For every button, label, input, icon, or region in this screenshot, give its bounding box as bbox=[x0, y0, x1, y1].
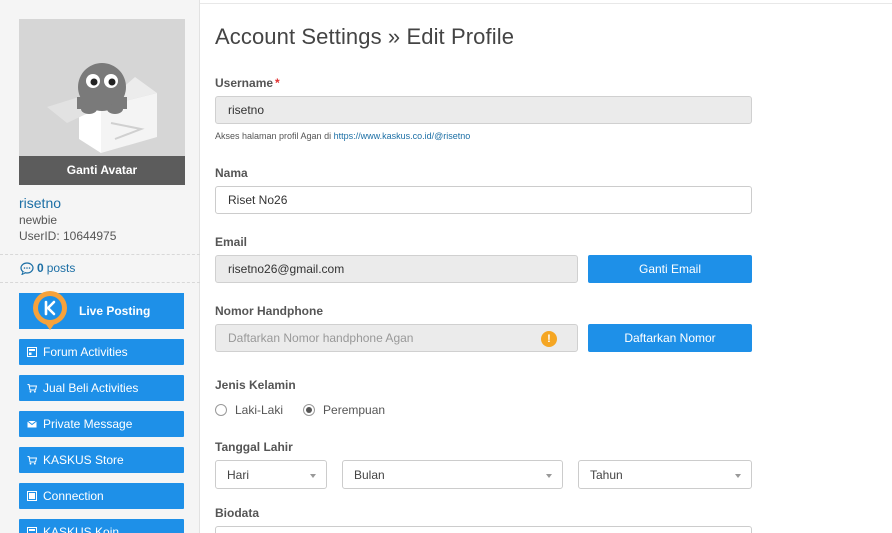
profile-url-hint-text: Akses halaman profil Agan di bbox=[215, 131, 334, 141]
day-select-value: Hari bbox=[227, 467, 250, 482]
month-select-value: Bulan bbox=[354, 467, 385, 482]
avatar[interactable]: Ganti Avatar bbox=[19, 19, 185, 185]
username-label-text: Username bbox=[215, 76, 274, 90]
comment-icon bbox=[20, 261, 34, 275]
divider bbox=[0, 282, 200, 283]
coin-icon bbox=[27, 527, 37, 533]
chevron-down-icon bbox=[735, 474, 741, 478]
page: Ganti Avatar risetno newbie UserID: 1064… bbox=[0, 0, 892, 533]
month-select[interactable]: Bulan bbox=[342, 460, 563, 489]
nama-label: Nama bbox=[215, 166, 248, 180]
gender-radio-group: Laki-Laki Perempuan bbox=[215, 403, 385, 417]
sidebar-item-kaskus-koin[interactable]: KASKUS Koin bbox=[19, 519, 184, 533]
profile-url-link[interactable]: https://www.kaskus.co.id/@risetno bbox=[334, 131, 471, 141]
forum-icon bbox=[27, 347, 37, 357]
nama-field[interactable]: Riset No26 bbox=[215, 186, 752, 214]
profile-url-hint: Akses halaman profil Agan di https://www… bbox=[215, 131, 470, 141]
user-rank: newbie bbox=[19, 213, 58, 227]
page-title: Account Settings » Edit Profile bbox=[215, 24, 515, 49]
phone-field[interactable]: Daftarkan Nomor handphone Agan ! bbox=[215, 324, 578, 352]
cart-icon bbox=[27, 384, 37, 393]
user-id: UserID: 10644975 bbox=[19, 229, 117, 243]
sidebar-item-label: KASKUS Store bbox=[43, 453, 124, 467]
username-label: Username * bbox=[215, 76, 280, 90]
sidebar-item-label: KASKUS Koin bbox=[43, 525, 120, 533]
sidebar-item-label: Forum Activities bbox=[43, 345, 128, 359]
sidebar-item-private-message[interactable]: Private Message bbox=[19, 411, 184, 437]
biodata-label: Biodata bbox=[215, 506, 260, 520]
gender-label: Jenis Kelamin bbox=[215, 378, 296, 392]
username-field[interactable]: risetno bbox=[215, 96, 752, 124]
sidebar-item-kaskus-store[interactable]: KASKUS Store bbox=[19, 447, 184, 473]
posts-label: posts bbox=[46, 261, 76, 275]
phone-placeholder: Daftarkan Nomor handphone Agan bbox=[228, 331, 414, 345]
year-select-value: Tahun bbox=[590, 467, 623, 482]
biodata-textarea[interactable] bbox=[215, 526, 752, 533]
main-content: Account Settings » Edit Profile Username… bbox=[200, 0, 892, 533]
radio-female-label: Perempuan bbox=[323, 403, 386, 417]
email-label: Email bbox=[215, 235, 248, 249]
posts-link[interactable]: 0 posts bbox=[20, 261, 75, 275]
year-select[interactable]: Tahun bbox=[578, 460, 752, 489]
register-phone-button[interactable]: Daftarkan Nomor bbox=[588, 324, 752, 352]
required-mark: * bbox=[275, 76, 280, 90]
day-select[interactable]: Hari bbox=[215, 460, 327, 489]
live-posting-button[interactable]: Live Posting bbox=[19, 291, 184, 330]
sidebar: Ganti Avatar risetno newbie UserID: 1064… bbox=[0, 0, 200, 533]
sidebar-username[interactable]: risetno bbox=[19, 195, 61, 211]
sidebar-item-jual-beli-activities[interactable]: Jual Beli Activities bbox=[19, 375, 184, 401]
sidebar-item-label: Jual Beli Activities bbox=[43, 381, 139, 395]
radio-male[interactable] bbox=[215, 404, 227, 416]
radio-male-label: Laki-Laki bbox=[235, 403, 284, 417]
cart-icon bbox=[27, 456, 37, 465]
sidebar-item-forum-activities[interactable]: Forum Activities bbox=[19, 339, 184, 365]
live-posting-label: Live Posting bbox=[79, 304, 151, 318]
connection-icon bbox=[27, 491, 37, 501]
sidebar-item-connection[interactable]: Connection bbox=[19, 483, 184, 509]
warning-icon: ! bbox=[541, 331, 557, 347]
sidebar-item-label: Private Message bbox=[43, 417, 133, 431]
divider bbox=[0, 254, 200, 255]
kaskus-badge-icon bbox=[33, 291, 67, 330]
birthdate-label: Tanggal Lahir bbox=[215, 440, 293, 454]
sidebar-item-label: Connection bbox=[43, 489, 104, 503]
envelope-icon bbox=[27, 420, 37, 428]
email-field[interactable]: risetno26@gmail.com bbox=[215, 255, 578, 283]
radio-female[interactable] bbox=[303, 404, 316, 416]
divider bbox=[200, 3, 892, 4]
phone-label: Nomor Handphone bbox=[215, 304, 323, 318]
posts-count: 0 bbox=[37, 261, 44, 275]
chevron-down-icon bbox=[546, 474, 552, 478]
change-email-button[interactable]: Ganti Email bbox=[588, 255, 752, 283]
chevron-down-icon bbox=[310, 474, 316, 478]
change-avatar-button[interactable]: Ganti Avatar bbox=[19, 156, 185, 185]
